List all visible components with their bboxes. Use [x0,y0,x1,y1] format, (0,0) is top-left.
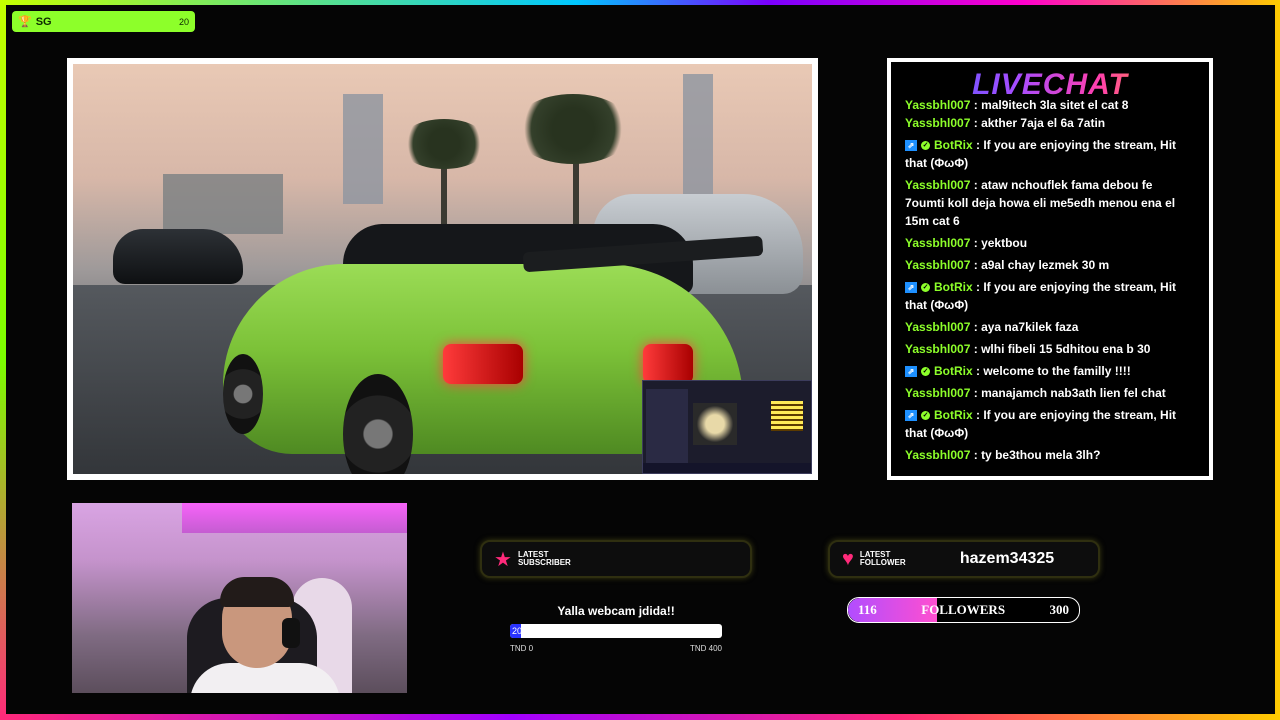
chat-text: : manajamch nab3ath lien fel chat [973,386,1166,400]
badge-label: SG [35,15,52,28]
chat-message-list: Yassbhl007 : mal9itech 3la sitet el cat … [905,98,1195,468]
chat-username: Yassbhl007 [905,98,971,110]
top-badge: 🏆 SG 20 [12,11,195,32]
chat-username: Yassbhl007 [905,178,971,192]
chat-message: Yassbhl007 : ty be3thou mela 3lh? [905,446,1195,464]
chat-message: Yassbhl007 : ataw nchouflek fama debou f… [905,176,1195,230]
palm-tree [399,119,489,169]
headset-icon [282,618,300,648]
chat-username: Yassbhl007 [905,386,971,400]
chat-username: Yassbhl007 [905,116,971,130]
chat-message: Yassbhl007 : aya na7kilek faza [905,318,1195,336]
livechat-body: LIVECHAT Yassbhl007 : mal9itech 3la site… [891,62,1209,476]
pip-album-art [693,403,737,445]
latest-subscriber-panel: ★ LATEST SUBSCRIBER [480,540,752,578]
palm-tree [513,94,633,164]
pip-player-bar [643,463,811,473]
verified-icon: ✓ [921,411,930,421]
followers-goal-bar: 116 FOLLOWERS 300 [847,597,1080,623]
spotify-window-preview [642,380,812,474]
donation-goal-min: TND 0 [510,644,534,653]
followers-label: FOLLOWERS [921,602,1006,617]
donation-goal-max: TND 400 [689,644,722,653]
chat-text: : wlhi fibeli 15 5dhitou ena b 30 [973,342,1151,356]
pip-sidebar [646,389,688,467]
chat-username: BotRix [934,138,973,152]
frame-bottom-glow [0,714,1280,720]
donation-goal-bar: 20 [510,624,722,638]
chat-username: Yassbhl007 [905,448,971,462]
chat-message: Yassbhl007 : akther 7aja el 6a 7atin [905,114,1195,132]
badge-count: 20 [178,16,189,27]
chat-username: BotRix [934,364,973,378]
followers-current: 116 [858,602,877,617]
heart-icon: ♥ [842,547,854,570]
verified-icon: ✓ [921,141,930,151]
chat-username: Yassbhl007 [905,342,971,356]
gameplay-screen: transformer [67,58,818,480]
bot-icon: ⇗ [905,410,917,422]
chat-message: ⇗ ✓ BotRix : If you are enjoying the strea… [905,136,1195,172]
chat-username: Yassbhl007 [905,258,971,272]
chat-username: Yassbhl007 [905,236,971,250]
chat-message: Yassbhl007 : a9al chay lezmek 30 m [905,256,1195,274]
chat-text: : aya na7kilek faza [973,320,1079,334]
streamer-shirt [190,663,340,693]
bot-icon: ⇗ [905,366,917,378]
donation-goal-title: Yalla webcam jdida!! [557,604,675,618]
chat-message: Yassbhl007 : yektbou [905,234,1195,252]
chat-message: ⇗ ✓ BotRix : If you are enjoying the strea… [905,406,1195,442]
donation-goal-fill: 20 [510,624,523,638]
bot-icon: ⇗ [905,282,917,294]
chat-username: BotRix [934,280,973,294]
followers-target: 300 [1049,602,1070,617]
taillight [443,344,523,384]
streamer-hair [220,577,294,607]
latest-follower-name: hazem34325 [959,550,1055,567]
chat-text: : welcome to the familly !!!! [976,364,1131,378]
wheel [223,354,263,434]
chat-message: ⇗ ✓ BotRix : welcome to the familly !!!! [905,362,1195,380]
building [343,94,383,204]
chat-text: : mal9itech 3la sitet el cat 8 [973,98,1129,110]
trophy-icon: 🏆 [18,16,32,28]
latest-follower-label: LATEST FOLLOWER [859,550,906,567]
livechat-panel: LIVECHAT Yassbhl007 : mal9itech 3la site… [887,58,1213,480]
building [683,74,713,194]
neon-light [182,503,407,533]
latest-subscriber-label: LATEST SUBSCRIBER [517,550,571,567]
verified-icon: ✓ [921,283,930,293]
webcam-feed [72,503,407,693]
chat-text: : akther 7aja el 6a 7atin [973,116,1106,130]
chat-message: Yassbhl007 : mal9itech 3la sitet el cat … [905,96,1195,110]
chat-message: ⇗ ✓ BotRix : If you are enjoying the strea… [905,278,1195,314]
chat-username: BotRix [934,408,973,422]
star-icon: ★ [494,548,512,571]
followers-goal-text: 116 FOLLOWERS 300 [848,598,1079,622]
latest-follower-panel: ♥ LATEST FOLLOWER hazem34325 [828,540,1100,578]
verified-icon: ✓ [921,367,930,377]
chat-text: : ty be3thou mela 3lh? [973,448,1101,462]
taillight [643,344,693,384]
chat-text: : yektbou [973,236,1028,250]
frame-left-glow [0,0,6,720]
pip-calendar [771,401,803,431]
chat-message: Yassbhl007 : wlhi fibeli 15 5dhitou ena … [905,340,1195,358]
chat-username: Yassbhl007 [905,320,971,334]
scene-image: transformer [73,64,812,474]
chat-message: Yassbhl007 : manajamch nab3ath lien fel … [905,384,1195,402]
bot-icon: ⇗ [905,140,917,152]
chat-text: : a9al chay lezmek 30 m [973,258,1110,272]
